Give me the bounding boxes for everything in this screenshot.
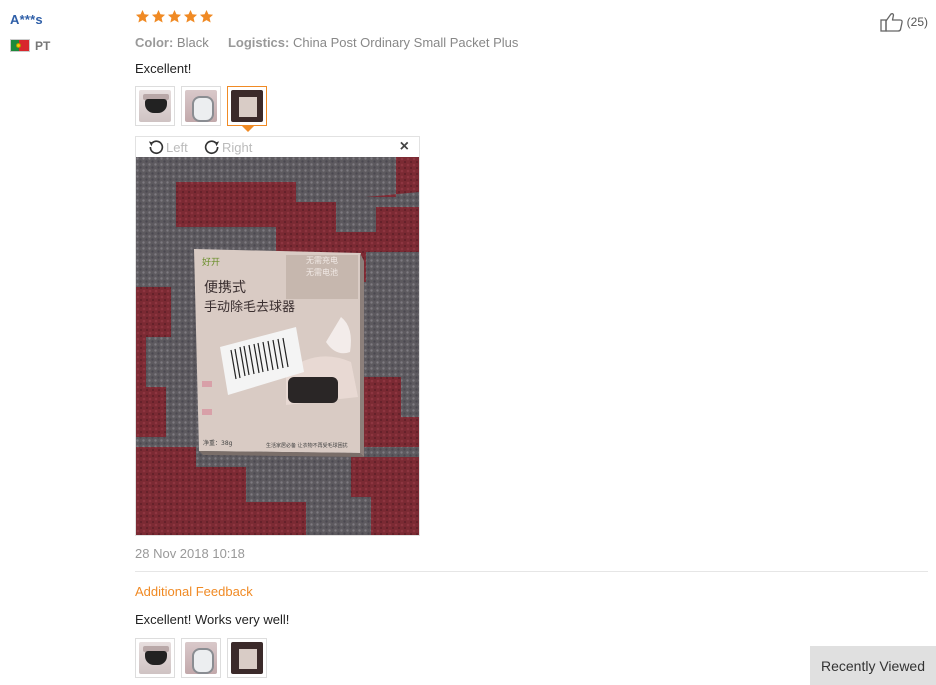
color-label: Color: <box>135 35 174 50</box>
review-text: Excellent! <box>135 61 192 76</box>
star-icon <box>135 9 150 23</box>
product-box: 好开 便携式 手动除毛去球器 无需充电 无需电池 净重：38g 生活家居必备 让… <box>194 249 364 457</box>
reviewer-name: A***s <box>10 12 43 27</box>
logistics-value: China Post Ordinary Small Packet Plus <box>292 35 519 50</box>
reviewer-country: PT <box>35 39 51 53</box>
logistics-label: Logistics: <box>227 35 290 50</box>
box-footer: 生活家居必备 让衣物不再受毛球困扰 <box>266 442 348 449</box>
review-photo-image: 好开 便携式 手动除毛去球器 无需充电 无需电池 净重：38g 生活家居必备 让… <box>136 157 419 535</box>
caret-down-icon <box>242 126 254 132</box>
review-photo: 好开 便携式 手动除毛去球器 无需充电 无需电池 净重：38g 生活家居必备 让… <box>136 157 419 535</box>
color-value: Black <box>176 35 209 50</box>
box-brand: 好开 <box>202 256 220 268</box>
box-weight: 净重：38g <box>203 439 233 447</box>
photo-viewer: Left Right × 好开 便携式 手动除毛去球器 无需充电 无需电池 净重… <box>135 136 420 536</box>
additional-feedback-text: Excellent! Works very well! <box>135 612 290 627</box>
feedback-photo-thumbnail[interactable] <box>227 638 267 678</box>
box-title-line2: 手动除毛去球器 <box>204 300 295 315</box>
portugal-flag-icon <box>10 39 30 52</box>
rotate-left-label: Left <box>166 139 188 155</box>
additional-feedback-label: Additional Feedback <box>135 584 253 599</box>
feedback-thumbnails <box>135 638 267 678</box>
rotate-right-label: Right <box>222 139 253 155</box>
box-corner2: 无需电池 <box>306 267 338 277</box>
box-corner1: 无需充电 <box>306 255 338 265</box>
box-title-line1: 便携式 <box>204 280 246 296</box>
review-photo-thumbnail[interactable] <box>181 86 221 126</box>
review-photo-thumbnail[interactable] <box>135 86 175 126</box>
rotate-left-button[interactable]: Left <box>146 138 188 156</box>
helpful-count: (25) <box>906 15 928 29</box>
star-icon <box>183 9 198 23</box>
close-viewer-button[interactable]: × <box>400 139 409 155</box>
review-timestamp: 28 Nov 2018 10:18 <box>135 546 245 561</box>
star-rating <box>135 9 214 24</box>
rotate-right-icon <box>204 140 220 155</box>
feedback-photo-thumbnail[interactable] <box>181 638 221 678</box>
review-photo-thumbnail-selected[interactable] <box>227 86 267 132</box>
rotate-right-button[interactable]: Right <box>202 138 252 156</box>
rotate-left-icon <box>148 140 164 155</box>
viewer-toolbar: Left Right × <box>136 137 419 157</box>
star-icon <box>199 9 214 23</box>
star-icon <box>167 9 182 23</box>
recently-viewed-button[interactable]: Recently Viewed <box>810 646 936 685</box>
thumbs-up-icon <box>880 13 903 32</box>
order-meta: Color: Black Logistics: China Post Ordin… <box>135 35 518 50</box>
helpful-button[interactable]: (25) <box>880 12 928 32</box>
review-thumbnails <box>135 86 267 132</box>
divider <box>135 571 928 572</box>
star-icon <box>151 9 166 23</box>
feedback-photo-thumbnail[interactable] <box>135 638 175 678</box>
